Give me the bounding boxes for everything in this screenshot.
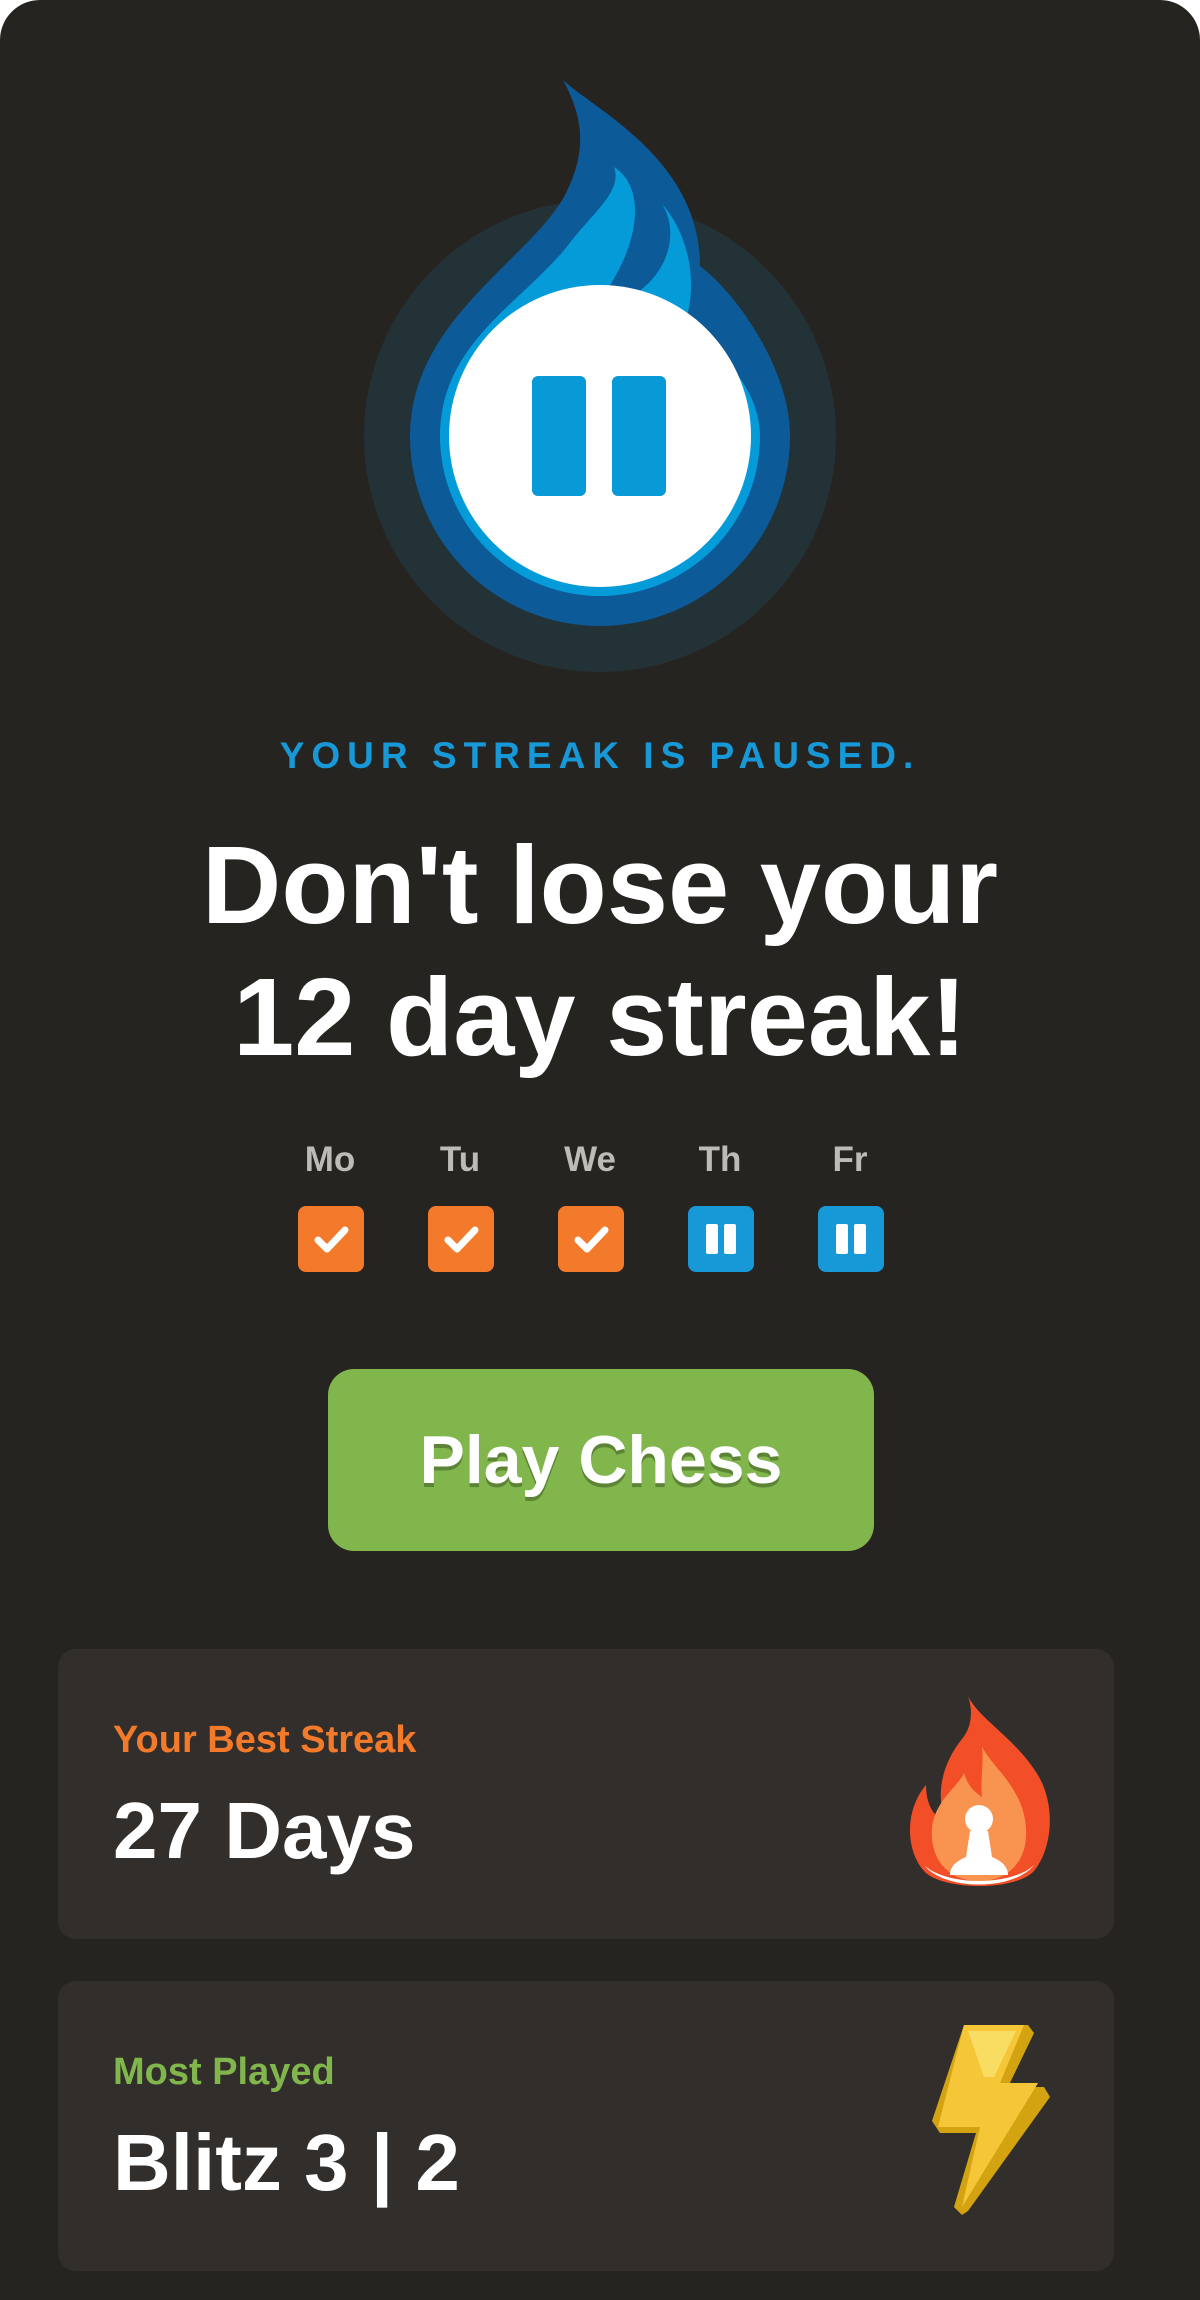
day-label: We	[564, 1140, 616, 1179]
pause-icon	[688, 1206, 754, 1272]
day-monday: Mo	[275, 1140, 385, 1280]
day-label: Mo	[304, 1140, 356, 1179]
pause-icon	[818, 1206, 884, 1272]
flame-pawn-icon	[904, 1689, 1054, 1899]
day-label: Th	[698, 1140, 742, 1179]
most-played-card: Most Played Blitz 3 | 2	[58, 1981, 1114, 2271]
day-label: Tu	[439, 1140, 481, 1179]
most-played-label: Most Played	[113, 2051, 335, 2093]
day-tuesday: Tu	[405, 1140, 515, 1280]
lightning-bolt-icon	[924, 2021, 1054, 2226]
day-thursday: Th	[665, 1140, 775, 1280]
checkmark-icon	[298, 1206, 364, 1272]
day-label: Fr	[832, 1140, 868, 1179]
streak-paused-screen: YOUR STREAK IS PAUSED. Don't lose your 1…	[0, 0, 1200, 2300]
day-wednesday: We	[535, 1140, 645, 1280]
headline-line-2: 12 day streak!	[233, 956, 967, 1079]
checkmark-icon	[558, 1206, 624, 1272]
headline-line-1: Don't lose your	[201, 824, 999, 947]
checkmark-icon	[428, 1206, 494, 1272]
page-title: Don't lose your 12 day streak!	[0, 820, 1200, 1084]
most-played-value: Blitz 3 | 2	[113, 2118, 460, 2207]
weekly-streak-tracker: Mo Tu We Th Fr	[275, 1140, 925, 1280]
streak-status-subtitle: YOUR STREAK IS PAUSED.	[279, 735, 921, 776]
best-streak-card: Your Best Streak 27 Days	[58, 1649, 1114, 1939]
paused-flame-icon	[360, 70, 840, 680]
play-chess-button[interactable]: Play Chess	[328, 1369, 874, 1551]
day-friday: Fr	[795, 1140, 905, 1280]
best-streak-value: 27 Days	[113, 1786, 416, 1875]
best-streak-label: Your Best Streak	[113, 1719, 417, 1761]
